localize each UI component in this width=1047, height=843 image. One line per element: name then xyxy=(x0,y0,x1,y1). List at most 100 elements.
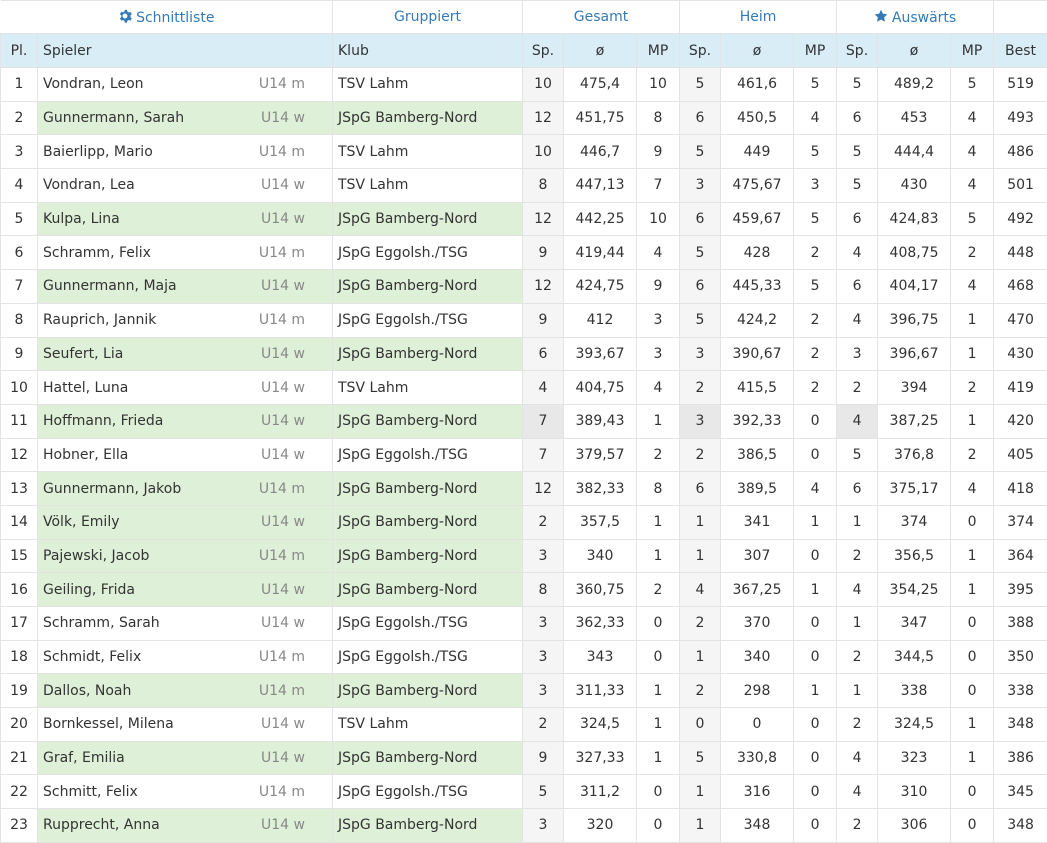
col-auswaerts-avg[interactable]: ø xyxy=(877,33,952,68)
col-heim-mp[interactable]: MP xyxy=(793,33,838,68)
cell-klub: JSpG Bamberg-Nord xyxy=(332,269,523,304)
col-spieler[interactable]: Spieler xyxy=(37,33,333,68)
cell-heim-mp: 0 xyxy=(793,808,838,843)
col-gesamt-sp[interactable]: Sp. xyxy=(522,33,564,68)
cell-heim-sp: 5 xyxy=(679,67,722,102)
player-name[interactable]: Vondran, Lea xyxy=(43,177,135,193)
cell-heim-avg: 389,5 xyxy=(720,471,795,506)
cell-klub: TSV Lahm xyxy=(332,134,523,170)
player-name[interactable]: Geiling, Frida xyxy=(43,582,135,598)
cell-auswaerts-mp: 4 xyxy=(950,269,995,304)
cell-best: 338 xyxy=(993,673,1047,709)
cell-gesamt-mp: 10 xyxy=(635,201,681,237)
player-name[interactable]: Schramm, Sarah xyxy=(43,615,160,631)
cell-heim-mp: 0 xyxy=(793,538,838,574)
cell-pl: 5 xyxy=(0,201,38,237)
player-name[interactable]: Vondran, Leon xyxy=(43,76,144,92)
cell-heim-avg: 316 xyxy=(720,774,795,810)
cell-gesamt-sp: 8 xyxy=(522,168,564,203)
cell-best: 364 xyxy=(993,538,1047,574)
table-row: 14 Völk, Emily U14 w JSpG Bamberg-Nord 2 357,… xyxy=(0,504,1047,540)
cell-heim-avg: 386,5 xyxy=(720,437,795,473)
nav-gesamt[interactable]: Gesamt xyxy=(521,0,681,34)
player-name[interactable]: Rupprecht, Anna xyxy=(43,817,160,833)
heim-link[interactable]: Heim xyxy=(740,9,777,25)
col-heim-avg[interactable]: ø xyxy=(720,33,795,68)
gruppiert-link[interactable]: Gruppiert xyxy=(394,9,461,25)
cell-auswaerts-mp: 0 xyxy=(950,673,995,709)
player-name[interactable]: Kulpa, Lina xyxy=(43,211,120,227)
player-name[interactable]: Rauprich, Jannik xyxy=(43,312,156,328)
cell-best: 350 xyxy=(993,639,1047,675)
cell-auswaerts-sp: 4 xyxy=(836,302,879,338)
cell-gesamt-mp: 8 xyxy=(635,100,681,136)
cell-gesamt-sp: 10 xyxy=(522,134,564,170)
player-name[interactable]: Graf, Emilia xyxy=(43,750,125,766)
nav-schnittliste[interactable]: Schnittliste xyxy=(0,0,333,34)
player-name[interactable]: Baierlipp, Mario xyxy=(43,144,153,160)
cell-pl: 15 xyxy=(0,538,38,574)
player-name[interactable]: Hattel, Luna xyxy=(43,380,128,396)
player-name[interactable]: Gunnermann, Jakob xyxy=(43,481,181,497)
player-name[interactable]: Hobner, Ella xyxy=(43,447,128,463)
player-name[interactable]: Hoffmann, Frieda xyxy=(43,413,163,429)
nav-auswaerts[interactable]: Auswärts xyxy=(836,0,995,34)
cell-pl: 2 xyxy=(0,100,38,136)
schnittliste-link[interactable]: Schnittliste xyxy=(118,9,214,26)
player-name[interactable]: Bornkessel, Milena xyxy=(43,716,174,732)
cell-spieler: Baierlipp, Mario U14 m xyxy=(37,134,333,170)
cell-gesamt-mp: 4 xyxy=(635,370,681,405)
cell-gesamt-avg: 379,57 xyxy=(563,437,637,473)
cell-auswaerts-sp: 2 xyxy=(836,370,879,405)
cell-best: 468 xyxy=(993,269,1047,304)
nav-gruppiert[interactable]: Gruppiert xyxy=(332,0,523,34)
cell-heim-sp: 4 xyxy=(679,572,722,607)
cell-gesamt-mp: 1 xyxy=(635,538,681,574)
col-klub[interactable]: Klub xyxy=(332,33,523,68)
cell-auswaerts-sp: 5 xyxy=(836,134,879,170)
col-heim-sp[interactable]: Sp. xyxy=(679,33,722,68)
cell-auswaerts-sp: 2 xyxy=(836,538,879,574)
nav-heim[interactable]: Heim xyxy=(679,0,838,34)
cell-gesamt-mp: 7 xyxy=(635,168,681,203)
auswaerts-link[interactable]: Auswärts xyxy=(874,9,956,26)
cell-spieler: Rauprich, Jannik U14 m xyxy=(37,302,333,338)
col-best[interactable]: Best xyxy=(993,33,1047,68)
player-name[interactable]: Gunnermann, Maja xyxy=(43,278,177,294)
cell-klub: JSpG Eggolsh./TSG xyxy=(332,437,523,473)
cell-auswaerts-avg: 376,8 xyxy=(877,437,952,473)
player-name[interactable]: Schramm, Felix xyxy=(43,245,151,261)
player-name[interactable]: Schmidt, Felix xyxy=(43,649,141,665)
age-class: U14 w xyxy=(261,177,305,194)
cell-gesamt-mp: 4 xyxy=(635,235,681,271)
player-name[interactable]: Seufert, Lia xyxy=(43,346,123,362)
player-name[interactable]: Gunnermann, Sarah xyxy=(43,110,184,126)
col-auswaerts-mp[interactable]: MP xyxy=(950,33,995,68)
cell-pl: 22 xyxy=(0,774,38,810)
cell-pl: 18 xyxy=(0,639,38,675)
cell-gesamt-mp: 1 xyxy=(635,504,681,540)
player-name[interactable]: Pajewski, Jacob xyxy=(43,548,149,564)
cell-gesamt-mp: 1 xyxy=(635,673,681,709)
col-pl[interactable]: Pl. xyxy=(0,33,38,68)
player-name[interactable]: Völk, Emily xyxy=(43,514,120,530)
cell-auswaerts-mp: 4 xyxy=(950,471,995,506)
cell-auswaerts-sp: 4 xyxy=(836,235,879,271)
cell-auswaerts-avg: 387,25 xyxy=(877,403,952,439)
cell-auswaerts-mp: 4 xyxy=(950,134,995,170)
cell-heim-mp: 4 xyxy=(793,471,838,506)
col-auswaerts-sp[interactable]: Sp. xyxy=(836,33,879,68)
player-name[interactable]: Schmitt, Felix xyxy=(43,784,138,800)
cell-gesamt-mp: 9 xyxy=(635,134,681,170)
gesamt-link[interactable]: Gesamt xyxy=(574,9,628,25)
table-row: 2 Gunnermann, Sarah U14 w JSpG Bamberg-Nord… xyxy=(0,100,1047,136)
player-name[interactable]: Dallos, Noah xyxy=(43,683,131,699)
cell-auswaerts-mp: 4 xyxy=(950,168,995,203)
col-gesamt-mp[interactable]: MP xyxy=(635,33,681,68)
cell-auswaerts-mp: 1 xyxy=(950,538,995,574)
cell-auswaerts-avg: 453 xyxy=(877,100,952,136)
col-gesamt-avg[interactable]: ø xyxy=(563,33,637,68)
cell-heim-avg: 330,8 xyxy=(720,740,795,776)
cell-heim-avg: 341 xyxy=(720,504,795,540)
cell-auswaerts-mp: 0 xyxy=(950,808,995,843)
